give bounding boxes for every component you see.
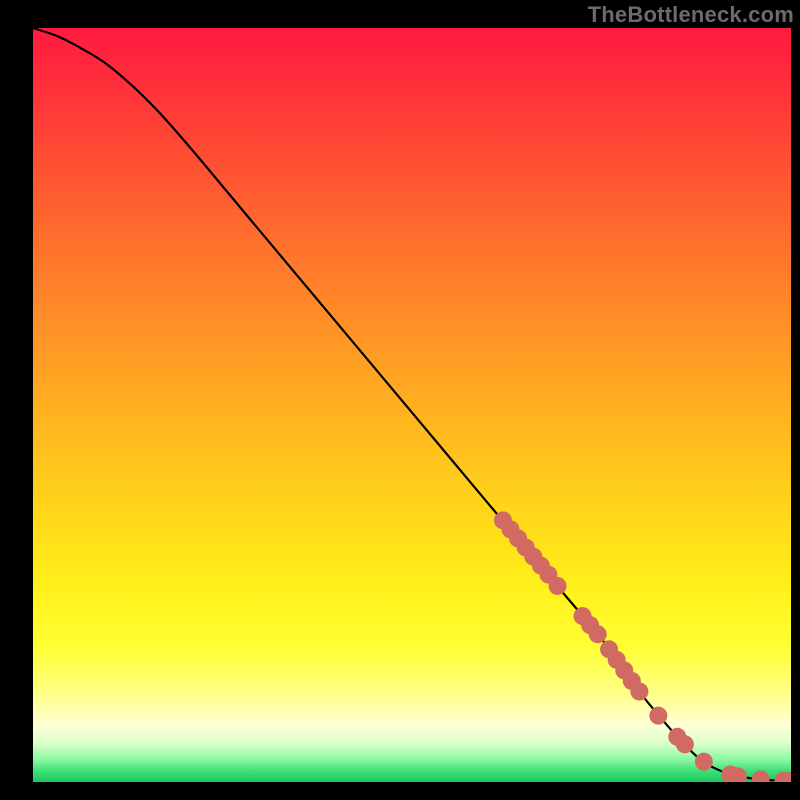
- chart-frame: TheBottleneck.com: [0, 0, 800, 800]
- gradient-background: [33, 28, 791, 782]
- data-marker: [649, 707, 667, 725]
- data-marker: [589, 625, 607, 643]
- data-marker: [549, 577, 567, 595]
- data-marker: [695, 753, 713, 771]
- watermark-label: TheBottleneck.com: [588, 2, 794, 28]
- data-marker: [676, 735, 694, 753]
- data-marker: [630, 683, 648, 701]
- gradient-plot: [33, 28, 791, 782]
- plot-area: [33, 28, 791, 782]
